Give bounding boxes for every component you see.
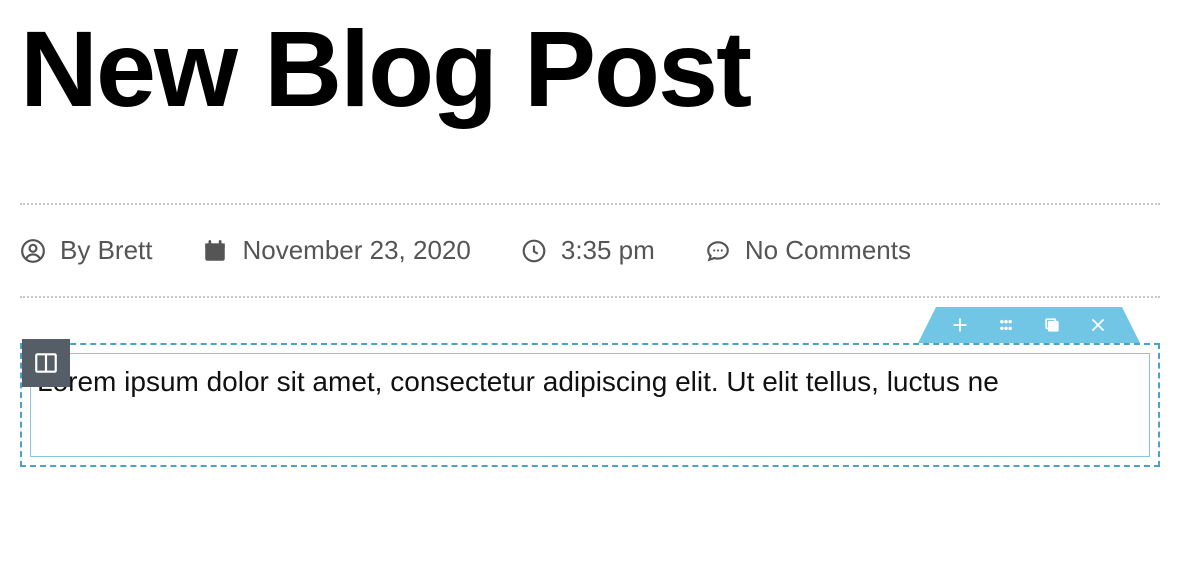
- time-text: 3:35 pm: [561, 235, 655, 266]
- content-editor: Lorem ipsum dolor sit amet, consectetur …: [20, 343, 1160, 467]
- author-text: By Brett: [60, 235, 152, 266]
- body-paragraph[interactable]: Lorem ipsum dolor sit amet, consectetur …: [37, 364, 1143, 399]
- add-block-button[interactable]: [948, 313, 972, 337]
- calendar-icon: [202, 238, 228, 264]
- section-selection[interactable]: Lorem ipsum dolor sit amet, consectetur …: [20, 343, 1160, 467]
- divider-top: [20, 203, 1160, 205]
- column-handle[interactable]: [22, 339, 70, 387]
- meta-time: 3:35 pm: [521, 235, 655, 266]
- divider-bottom: [20, 296, 1160, 298]
- clock-icon: [521, 238, 547, 264]
- meta-date: November 23, 2020: [202, 235, 470, 266]
- comments-text: No Comments: [745, 235, 911, 266]
- comment-icon: [705, 238, 731, 264]
- user-icon: [20, 238, 46, 264]
- columns-icon: [33, 350, 59, 376]
- date-text: November 23, 2020: [242, 235, 470, 266]
- post-title[interactable]: New Blog Post: [20, 15, 1180, 123]
- duplicate-button[interactable]: [1040, 313, 1064, 337]
- delete-button[interactable]: [1086, 313, 1110, 337]
- post-meta: By Brett November 23, 2020 3:35 pm No Co…: [20, 235, 1160, 266]
- text-block[interactable]: Lorem ipsum dolor sit amet, consectetur …: [30, 353, 1150, 457]
- drag-handle-button[interactable]: [994, 313, 1018, 337]
- block-toolbar: [936, 307, 1122, 343]
- meta-author: By Brett: [20, 235, 152, 266]
- meta-comments: No Comments: [705, 235, 911, 266]
